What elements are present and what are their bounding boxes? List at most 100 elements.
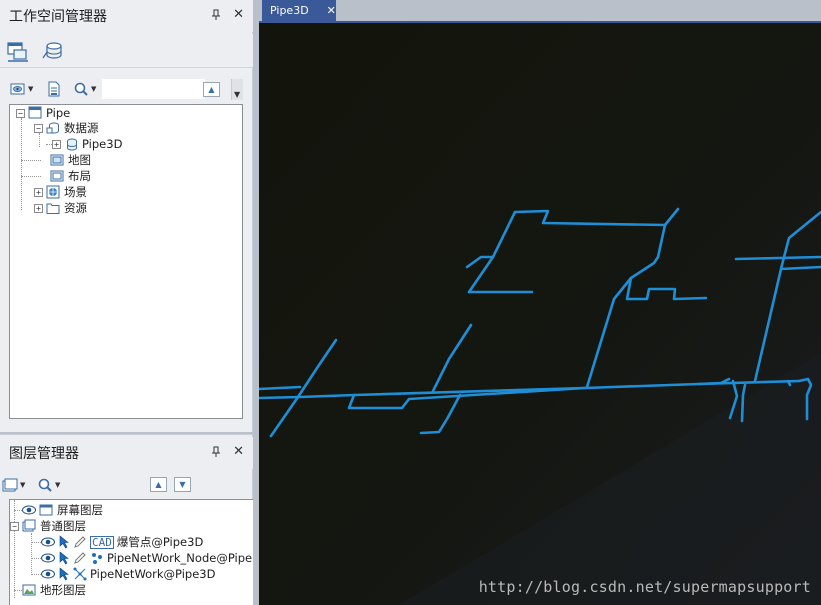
layer-toolbar: ▼ ▼ ▲ ▼: [0, 472, 253, 498]
layer-group-general[interactable]: − 普通图层: [10, 518, 86, 534]
tree-item-label: 场景: [64, 185, 87, 199]
screen-layer-icon: [39, 504, 53, 516]
tree-item-label: 布局: [68, 169, 91, 183]
cad-badge: CAD: [90, 535, 114, 549]
chevron-down-icon: ▼: [55, 481, 61, 489]
expand-icon[interactable]: +: [34, 187, 43, 197]
overflow-chevron-icon: ▼: [234, 90, 241, 99]
layer-item-burst-point[interactable]: CAD 爆管点@Pipe3D: [41, 534, 203, 550]
selectable-cursor-icon[interactable]: [58, 551, 70, 565]
tree-item-datasource-pipe3d[interactable]: + Pipe3D: [52, 136, 122, 152]
editable-pencil-icon[interactable]: [73, 551, 87, 565]
add-layer-icon: [2, 478, 18, 491]
tree-item-scenes[interactable]: + 场景: [34, 184, 87, 200]
tree-item-resources[interactable]: + 资源: [34, 200, 87, 216]
layer-item-pipenetwork-node[interactable]: PipeNetWork_Node@Pipe3D: [41, 550, 253, 566]
search-up-button[interactable]: ▲: [203, 82, 220, 97]
eye-view-icon: [10, 83, 25, 95]
chevron-down-icon: ▼: [20, 481, 26, 489]
arrow-up-icon: ▲: [155, 480, 162, 489]
close-icon[interactable]: ✕: [233, 445, 244, 458]
layer-label: 普通图层: [40, 519, 86, 533]
watermark: http://blog.csdn.net/supermapsupport: [478, 578, 811, 596]
folder-icon: [46, 203, 60, 214]
workspace-manager-panel: 工作空间管理器 ✕ ▼ ▼ ▲ ▼ − Pipe − 数据源 + Pipe3D …: [0, 0, 253, 432]
arrow-up-icon: ▲: [208, 85, 215, 94]
workspace-tree-tab-icon[interactable]: [6, 40, 30, 62]
workspace-toolbar: ▼ ▼ ▲ ▼: [6, 76, 246, 100]
add-layer-button[interactable]: ▼: [2, 474, 25, 496]
layer-group-icon: [22, 519, 36, 532]
scene-globe-icon: [46, 185, 60, 199]
layer-manager-panel: 图层管理器 ✕ ▼ ▼ ▲ ▼ 屏幕图层 − 普通图层 CAD 爆管点@Pipe…: [0, 434, 253, 605]
workspace-tree: − Pipe − 数据源 + Pipe3D 地图 布局 + 场景 + 资源: [9, 104, 243, 419]
arrow-down-icon: ▼: [179, 480, 186, 489]
workspace-icon: [28, 106, 42, 119]
chevron-down-icon: ▼: [91, 85, 97, 93]
workspace-panel-title: 工作空间管理器: [9, 9, 107, 25]
resource-tab-icon[interactable]: [41, 40, 65, 62]
layer-label: PipeNetWork_Node@Pipe3D: [107, 551, 253, 565]
selectable-cursor-icon[interactable]: [58, 567, 70, 581]
tab-close-icon[interactable]: ✕: [327, 4, 336, 17]
layer-search-button[interactable]: ▼: [38, 474, 60, 496]
layer-label: 屏幕图层: [57, 503, 103, 517]
tree-item-datasources[interactable]: − 数据源: [34, 120, 99, 136]
layer-group-screen[interactable]: 屏幕图层: [22, 502, 103, 518]
workspace-panel-header: 工作空间管理器 ✕: [0, 0, 253, 32]
layer-group-terrain[interactable]: 地形图层: [22, 582, 86, 598]
chevron-down-icon: ▼: [28, 85, 34, 93]
layer-label: 爆管点@Pipe3D: [116, 535, 204, 549]
search-icon: [74, 82, 88, 96]
eye-visible-icon[interactable]: [41, 553, 55, 563]
collapse-icon[interactable]: −: [16, 108, 25, 118]
layer-panel-header: 图层管理器 ✕: [0, 437, 253, 469]
datasources-icon: [46, 122, 59, 134]
search-input[interactable]: [102, 79, 205, 99]
search-button[interactable]: ▼: [74, 78, 96, 100]
layer-tree: 屏幕图层 − 普通图层 CAD 爆管点@Pipe3D PipeNetWork_N…: [9, 499, 253, 605]
layer-item-pipenetwork[interactable]: PipeNetWork@Pipe3D: [41, 566, 215, 582]
tree-item-label: Pipe: [46, 106, 71, 120]
properties-button[interactable]: [46, 78, 62, 100]
expand-icon[interactable]: +: [34, 203, 43, 213]
view-options-button[interactable]: ▼: [10, 78, 33, 100]
pipe-segment: [786, 379, 792, 387]
tree-item-label: Pipe3D: [82, 137, 123, 151]
tree-item-label: 地图: [68, 153, 91, 167]
layout-icon: [50, 170, 64, 182]
layer-move-down-button[interactable]: ▼: [174, 477, 191, 492]
pipe-network-scene[interactable]: [259, 23, 821, 605]
layer-panel-title: 图层管理器: [9, 446, 79, 462]
expand-icon[interactable]: +: [52, 139, 61, 149]
search-icon: [38, 478, 52, 492]
tab-pipe3d[interactable]: Pipe3D ✕: [262, 0, 336, 21]
scene-viewport[interactable]: http://blog.csdn.net/supermapsupport: [259, 23, 821, 605]
eye-visible-icon[interactable]: [22, 505, 36, 515]
workspace-tabs: [0, 34, 253, 68]
layer-label: 地形图层: [40, 583, 86, 597]
selectable-cursor-icon[interactable]: [58, 535, 70, 549]
database-icon: [67, 138, 77, 151]
point-dataset-icon: [92, 553, 102, 564]
tree-item-workspace[interactable]: − Pipe: [16, 105, 70, 121]
tab-label: Pipe3D: [270, 4, 309, 17]
document-icon: [48, 81, 60, 97]
toolbar-overflow-button[interactable]: ▼: [231, 79, 243, 100]
tree-item-label: 数据源: [64, 121, 99, 135]
collapse-icon[interactable]: −: [10, 521, 19, 531]
terrain-layer-icon: [22, 584, 36, 596]
editable-pencil-icon[interactable]: [73, 535, 87, 549]
layer-move-up-button[interactable]: ▲: [150, 477, 167, 492]
pin-icon[interactable]: [211, 446, 221, 458]
eye-visible-icon[interactable]: [41, 569, 55, 579]
pin-icon[interactable]: [211, 9, 221, 21]
network-dataset-icon: [73, 567, 87, 581]
tree-item-layouts[interactable]: 布局: [47, 168, 91, 184]
tree-item-maps[interactable]: 地图: [47, 152, 91, 168]
close-icon[interactable]: ✕: [233, 8, 244, 21]
collapse-icon[interactable]: −: [34, 123, 43, 133]
layer-label: PipeNetWork@Pipe3D: [90, 567, 216, 581]
eye-visible-icon[interactable]: [41, 537, 55, 547]
map-icon: [50, 154, 64, 166]
